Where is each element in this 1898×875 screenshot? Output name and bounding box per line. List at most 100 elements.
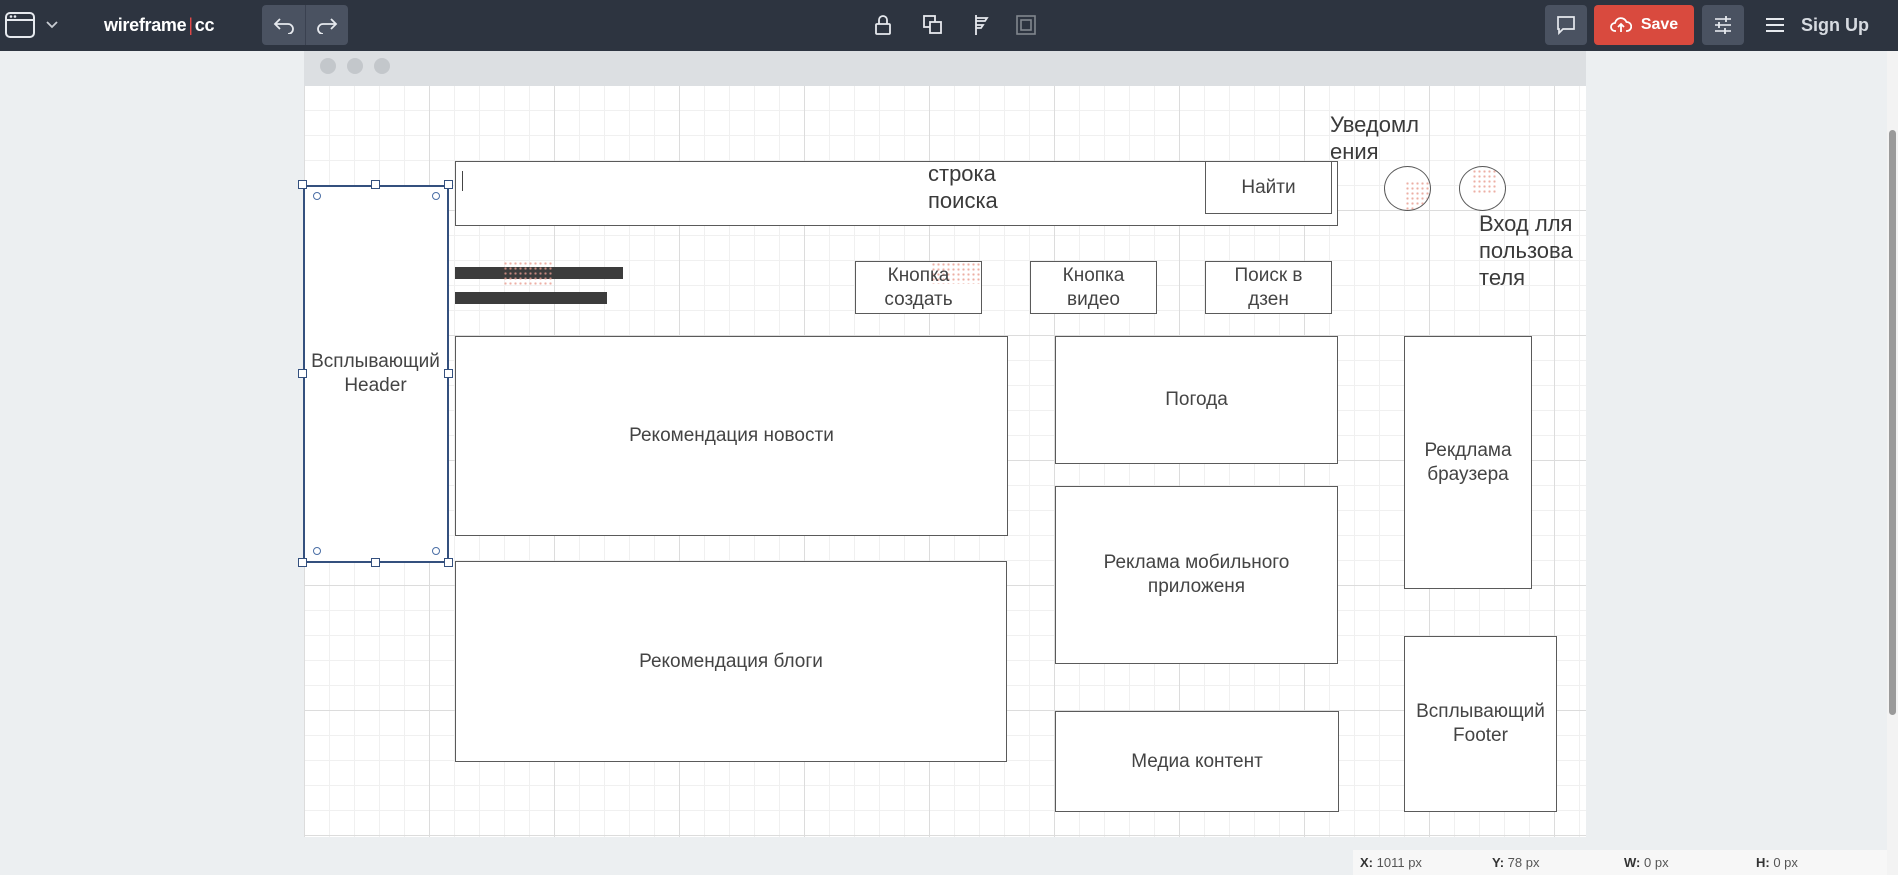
notifications-line1: Уведомл xyxy=(1330,112,1419,137)
zen-search-line2: дзен xyxy=(1248,288,1289,310)
notifications-label: Уведомл ения xyxy=(1330,111,1419,165)
arrange-icon[interactable] xyxy=(921,13,945,37)
popup-footer-line1: Всплывающий xyxy=(1416,701,1545,722)
login-line3: теля xyxy=(1479,265,1526,290)
comment-icon xyxy=(1557,16,1575,35)
create-button[interactable]: Кнопка создать xyxy=(855,261,982,314)
popup-footer-block[interactable]: Всплывающий Footer xyxy=(1404,636,1557,812)
w-value: 0 px xyxy=(1644,855,1669,870)
login-label: Вход лля пользова теля xyxy=(1479,210,1573,291)
resize-handle[interactable] xyxy=(371,180,380,189)
radius-handle[interactable] xyxy=(313,547,321,555)
browser-ad-line1: Рекдлама xyxy=(1424,439,1512,461)
login-line2: пользова xyxy=(1479,238,1573,263)
mobile-ad-line2: приложеня xyxy=(1147,576,1246,597)
create-button-line2: создать xyxy=(884,288,953,310)
x-label: X: xyxy=(1360,855,1373,870)
blogs-label: Рекомендация блоги xyxy=(639,650,823,672)
group-icon[interactable] xyxy=(1014,13,1038,37)
news-recommendation-block[interactable]: Рекомендация новости xyxy=(455,336,1008,536)
resize-handle[interactable] xyxy=(444,558,453,567)
coordinates-status-bar: X: 1011 px Y: 78 px W: 0 px H: 0 px xyxy=(1353,850,1887,875)
search-field-label: строка поиска xyxy=(928,160,998,214)
resize-handle[interactable] xyxy=(298,180,307,189)
window-dot xyxy=(347,58,363,74)
scrollbar-thumb[interactable] xyxy=(1889,130,1896,715)
redo-icon xyxy=(317,18,338,34)
lock-icon[interactable] xyxy=(871,13,895,37)
browser-ad-block[interactable]: Рекдлама браузера xyxy=(1404,336,1532,589)
blogs-recommendation-block[interactable]: Рекомендация блоги xyxy=(455,561,1007,762)
weather-block[interactable]: Погода xyxy=(1055,336,1338,464)
weather-label: Погода xyxy=(1165,389,1228,410)
notifications-line2: ения xyxy=(1330,139,1379,164)
undo-button[interactable] xyxy=(262,5,305,45)
hatch-pattern xyxy=(1472,169,1496,195)
notifications-avatar-circle[interactable] xyxy=(1384,166,1431,211)
chevron-down-icon[interactable] xyxy=(44,17,60,33)
browser-ad-line2: браузера xyxy=(1427,463,1509,485)
login-line1: Вход лля xyxy=(1479,211,1573,236)
hamburger-icon[interactable] xyxy=(1762,13,1788,37)
brand-suffix: cc xyxy=(194,14,215,35)
save-button[interactable]: Save xyxy=(1594,5,1694,45)
resize-handle[interactable] xyxy=(298,558,307,567)
media-content-block[interactable]: Медиа контент xyxy=(1055,711,1339,812)
text-cursor xyxy=(462,171,463,191)
mobile-app-ad-block[interactable]: Реклама мобильного приложеня xyxy=(1055,486,1338,664)
search-field-line1: строка xyxy=(928,161,996,186)
w-readout: W: 0 px xyxy=(1624,855,1669,870)
resize-handle[interactable] xyxy=(444,369,453,378)
zen-search-line1: Поиск в xyxy=(1234,264,1303,286)
artboard-canvas[interactable]: Всплывающий Header строка поиска Найти У… xyxy=(298,86,1586,837)
window-dot xyxy=(320,58,336,74)
y-value: 78 px xyxy=(1507,855,1540,870)
h-value: 0 px xyxy=(1773,855,1798,870)
hatch-pattern xyxy=(503,261,553,285)
sign-up-link[interactable]: Sign Up xyxy=(1801,13,1869,37)
create-button-line1: Кнопка xyxy=(887,264,950,286)
resize-handle[interactable] xyxy=(444,180,453,189)
undo-redo-group xyxy=(262,5,348,45)
align-icon[interactable] xyxy=(971,13,995,37)
x-value: 1011 px xyxy=(1376,855,1422,870)
selection-outline xyxy=(303,185,449,563)
search-field-line2: поиска xyxy=(928,188,998,213)
video-button-line1: Кнопка xyxy=(1062,264,1125,286)
radius-handle[interactable] xyxy=(432,192,440,200)
popup-footer-line2: Footer xyxy=(1453,725,1508,746)
brand-wordmark: wireframe xyxy=(104,14,187,35)
news-label: Рекомендация новости xyxy=(629,425,834,446)
artboard-titlebar xyxy=(304,51,1586,86)
y-readout: Y: 78 px xyxy=(1492,855,1539,870)
logo-placeholder-bar[interactable] xyxy=(455,292,607,304)
hatch-pattern xyxy=(1405,181,1429,210)
brand-separator: | xyxy=(188,14,193,35)
x-readout: X: 1011 px xyxy=(1360,855,1422,870)
h-readout: H: 0 px xyxy=(1756,855,1798,870)
comments-button[interactable] xyxy=(1545,5,1587,45)
zen-search-button[interactable]: Поиск в дзен xyxy=(1205,261,1332,314)
window-icon[interactable] xyxy=(4,11,36,39)
save-label: Save xyxy=(1640,16,1679,33)
resize-handle[interactable] xyxy=(298,369,307,378)
undo-icon xyxy=(273,18,294,34)
radius-handle[interactable] xyxy=(432,547,440,555)
brand-logo[interactable]: wireframe | cc xyxy=(104,12,214,38)
search-button[interactable]: Найти xyxy=(1205,161,1332,214)
radius-handle[interactable] xyxy=(313,192,321,200)
resize-handle[interactable] xyxy=(371,558,380,567)
sliders-icon xyxy=(1715,16,1731,34)
y-label: Y: xyxy=(1492,855,1505,870)
redo-button[interactable] xyxy=(305,5,348,45)
video-button-line2: видео xyxy=(1067,288,1120,310)
top-toolbar: wireframe | cc Save Sign Up xyxy=(0,0,1898,51)
w-label: W: xyxy=(1624,855,1641,870)
settings-button[interactable] xyxy=(1702,5,1744,45)
search-button-label: Найти xyxy=(1241,176,1296,198)
user-avatar-circle[interactable] xyxy=(1459,166,1506,211)
video-button[interactable]: Кнопка видео xyxy=(1030,261,1157,314)
mobile-ad-line1: Реклама мобильного xyxy=(1103,552,1290,573)
h-label: H: xyxy=(1756,855,1770,870)
media-label: Медиа контент xyxy=(1131,750,1263,772)
